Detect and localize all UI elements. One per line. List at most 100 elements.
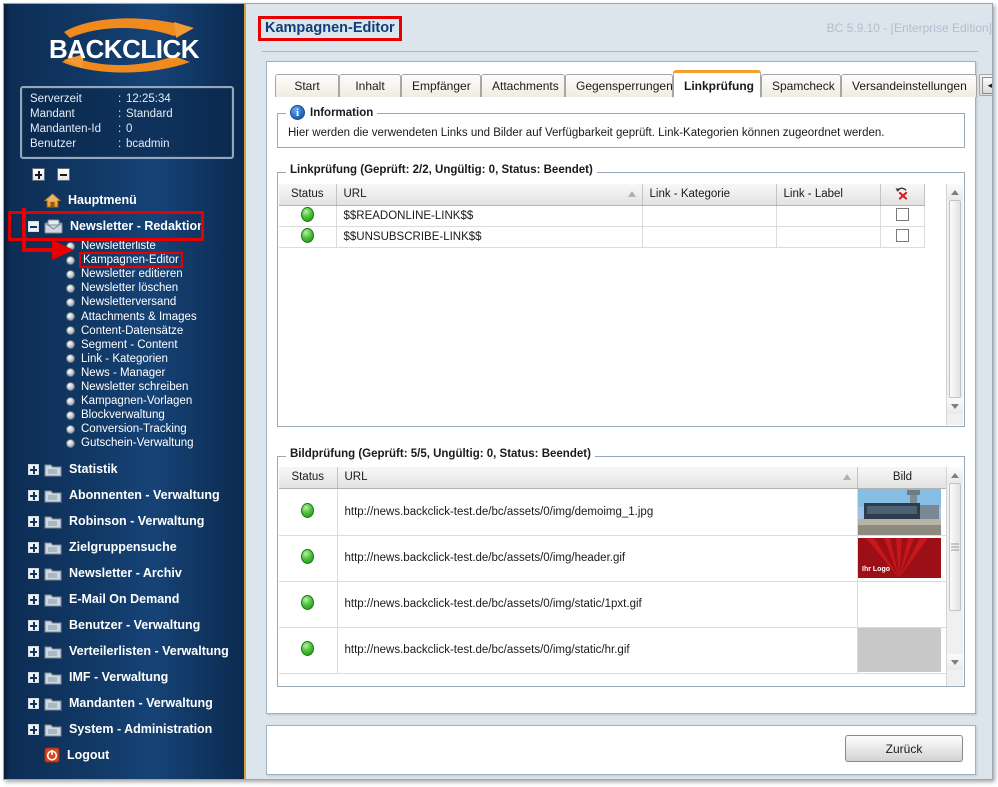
- tab-spamcheck[interactable]: Spamcheck: [761, 74, 841, 97]
- server-info-value: 0: [126, 123, 133, 135]
- sidebar-subitem-news-manager[interactable]: News - Manager: [4, 366, 244, 380]
- scroll-thumb[interactable]: [949, 200, 961, 398]
- sidebar-item-abonnenten-verwaltung[interactable]: Abonnenten - Verwaltung: [4, 482, 244, 508]
- sidebar-subitem-segment-content[interactable]: Segment - Content: [4, 338, 244, 352]
- sidebar-subitem-newsletter-editieren[interactable]: Newsletter editieren: [4, 267, 244, 281]
- tab-empfaenger[interactable]: Empfänger: [401, 74, 481, 97]
- expand-icon[interactable]: [28, 619, 39, 631]
- folder-icon: [44, 540, 62, 555]
- expand-icon[interactable]: [28, 567, 39, 579]
- sidebar-item-logout[interactable]: Logout: [4, 742, 244, 768]
- back-button[interactable]: Zurück: [845, 735, 963, 762]
- expand-icon[interactable]: [28, 671, 39, 683]
- image-check-scrollbar[interactable]: [946, 467, 963, 686]
- cell-label[interactable]: [776, 205, 881, 227]
- sidebar-subitem-kampagnen-vorlagen[interactable]: Kampagnen-Vorlagen: [4, 394, 244, 408]
- bullet-icon: [66, 354, 75, 364]
- column-header-link-kategorie[interactable]: Link - Kategorie: [642, 184, 777, 206]
- scroll-up-button[interactable]: [947, 467, 963, 483]
- sidebar-item-verteilerlisten-verwaltung[interactable]: Verteilerlisten - Verwaltung: [4, 638, 244, 664]
- table-row[interactable]: $$READONLINE-LINK$$: [279, 205, 925, 227]
- expand-all-button[interactable]: [32, 168, 45, 181]
- column-header-url[interactable]: URL: [337, 467, 858, 489]
- sidebar-item-newsletter-redaktion[interactable]: Newsletter - Redaktion: [8, 211, 205, 241]
- sidebar-item-system-administration[interactable]: System - Administration: [4, 716, 244, 742]
- sidebar-subitem-gutschein-verwaltung[interactable]: Gutschein-Verwaltung: [4, 436, 244, 450]
- server-info-value: Standard: [126, 108, 173, 120]
- scroll-track[interactable]: [947, 611, 963, 654]
- sidebar-subitem-blockverwaltung[interactable]: Blockverwaltung: [4, 408, 244, 422]
- sidebar-subitem-content-datensaetze[interactable]: Content-Datensätze: [4, 324, 244, 338]
- expand-icon[interactable]: [28, 463, 39, 475]
- status-ok-icon: [301, 595, 315, 610]
- sidebar-subitem-newsletterliste[interactable]: Newsletterliste: [4, 239, 244, 253]
- expand-icon[interactable]: [28, 723, 39, 735]
- page-title: Kampagnen-Editor: [258, 16, 402, 41]
- sidebar-item-imf-verwaltung[interactable]: IMF - Verwaltung: [4, 664, 244, 690]
- window-frame: BACKCLICK Serverzeit : 12:25:34 Mandant …: [3, 3, 993, 780]
- sidebar-subitem-label: Newsletterliste: [81, 240, 156, 253]
- tab-gegensperrungen[interactable]: Gegensperrungen: [565, 74, 673, 97]
- sidebar-subitem-newsletter-loeschen[interactable]: Newsletter löschen: [4, 281, 244, 295]
- bullet-icon: [66, 255, 75, 265]
- cell-kategorie[interactable]: [642, 205, 777, 227]
- folder-icon: [44, 722, 62, 737]
- table-row[interactable]: http://news.backclick-test.de/bc/assets/…: [279, 488, 949, 536]
- sidebar-item-label: System - Administration: [69, 722, 213, 737]
- table-row[interactable]: http://news.backclick-test.de/bc/assets/…: [279, 535, 949, 582]
- sidebar-item-zielgruppensuche[interactable]: Zielgruppensuche: [4, 534, 244, 560]
- link-check-scrollbar[interactable]: [946, 184, 963, 425]
- sidebar-item-mandanten-verwaltung[interactable]: Mandanten - Verwaltung: [4, 690, 244, 716]
- table-row[interactable]: http://news.backclick-test.de/bc/assets/…: [279, 627, 949, 674]
- cell-status: [279, 581, 338, 628]
- expand-icon[interactable]: [28, 541, 39, 553]
- column-header-url[interactable]: URL: [336, 184, 643, 206]
- sidebar-item-email-on-demand[interactable]: E-Mail On Demand: [4, 586, 244, 612]
- scroll-down-button[interactable]: [947, 398, 963, 414]
- expand-icon[interactable]: [28, 593, 39, 605]
- column-header-url-label: URL: [344, 471, 368, 484]
- sidebar-item-hauptmenu[interactable]: Hauptmenü: [4, 187, 244, 213]
- row-checkbox[interactable]: [895, 228, 909, 242]
- folder-icon: [44, 644, 62, 659]
- expand-icon[interactable]: [28, 489, 39, 501]
- table-row[interactable]: $$UNSUBSCRIBE-LINK$$: [279, 226, 925, 248]
- expand-icon[interactable]: [28, 645, 39, 657]
- tab-linkpruefung[interactable]: Linkprüfung: [673, 70, 761, 98]
- tab-start[interactable]: Start: [275, 74, 339, 97]
- scroll-up-button[interactable]: [947, 184, 963, 200]
- collapse-all-button[interactable]: [57, 168, 70, 181]
- tab-attachments[interactable]: Attachments: [481, 74, 565, 97]
- server-info-value: 12:25:34: [126, 93, 171, 105]
- row-checkbox[interactable]: [895, 207, 909, 221]
- column-header-bild[interactable]: Bild: [857, 467, 949, 489]
- sidebar-item-newsletter-archiv[interactable]: Newsletter - Archiv: [4, 560, 244, 586]
- sidebar-subitem-newsletter-schreiben[interactable]: Newsletter schreiben: [4, 380, 244, 394]
- sidebar-subitem-link-kategorien[interactable]: Link - Kategorien: [4, 352, 244, 366]
- sidebar-subitem-kampagnen-editor[interactable]: Kampagnen-Editor: [4, 252, 244, 269]
- scroll-thumb[interactable]: [949, 483, 961, 611]
- tab-scroll-prev-button[interactable]: ◄: [982, 76, 992, 94]
- sidebar-item-statistik[interactable]: Statistik: [4, 456, 244, 482]
- image-check-legend: Bildprüfung (Geprüft: 5/5, Ungültig: 0, …: [286, 448, 595, 460]
- sidebar-subitem-conversion-tracking[interactable]: Conversion-Tracking: [4, 422, 244, 436]
- column-header-status[interactable]: Status: [279, 184, 337, 206]
- table-row[interactable]: http://news.backclick-test.de/bc/assets/…: [279, 581, 949, 628]
- sidebar-subitem-newsletterversand[interactable]: Newsletterversand: [4, 295, 244, 309]
- cell-label[interactable]: [776, 226, 881, 248]
- column-header-link-label[interactable]: Link - Label: [776, 184, 881, 206]
- tab-scroll-controls: ◄ ►: [979, 74, 992, 96]
- sidebar-item-robinson-verwaltung[interactable]: Robinson - Verwaltung: [4, 508, 244, 534]
- expand-icon[interactable]: [28, 515, 39, 527]
- sidebar-item-benutzer-verwaltung[interactable]: Benutzer - Verwaltung: [4, 612, 244, 638]
- collapse-icon[interactable]: [28, 220, 39, 232]
- column-header-reset[interactable]: [880, 184, 925, 206]
- expand-icon[interactable]: [28, 697, 39, 709]
- cell-url: http://news.backclick-test.de/bc/assets/…: [337, 627, 858, 674]
- tab-inhalt[interactable]: Inhalt: [339, 74, 401, 97]
- column-header-status[interactable]: Status: [279, 467, 338, 489]
- sidebar-subitem-attachments-images[interactable]: Attachments & Images: [4, 309, 244, 323]
- cell-kategorie[interactable]: [642, 226, 777, 248]
- scroll-down-button[interactable]: [947, 654, 963, 670]
- tab-versandeinstellungen[interactable]: Versandeinstellungen: [841, 74, 977, 97]
